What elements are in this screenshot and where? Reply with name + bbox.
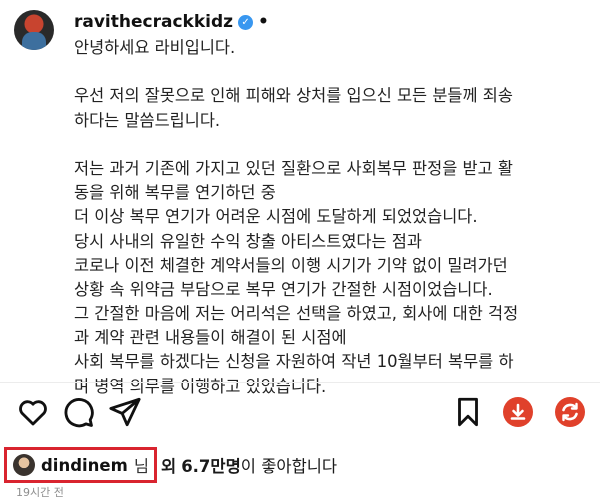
liker-suffix: 님: [133, 457, 149, 476]
caption-line: 더 이상 복무 연기가 어려운 시점에 도달하게 되었었습니다.: [74, 207, 478, 227]
author-avatar[interactable]: [14, 10, 54, 50]
caption-line: 동을 위해 복무를 연기하던 중: [74, 183, 276, 203]
post-timestamp: 19시간 전: [16, 486, 64, 499]
post-caption: 안녕하세요 라비입니다. 우선 저의 잘못으로 인해 피해와 상처를 입으신 모든…: [74, 36, 584, 399]
bookmark-icon[interactable]: [451, 395, 485, 429]
likes-summary: dindinem 님 외 6.7만명 이 좋아합니다: [4, 447, 337, 483]
comment-icon[interactable]: [61, 395, 95, 429]
refresh-icon[interactable]: [555, 397, 585, 427]
caption-line: 저는 과거 기존에 가지고 있던 질환으로 사회복무 판정을 받고 활: [74, 158, 513, 178]
caption-line: 안녕하세요 라비입니다.: [74, 38, 236, 57]
caption-line: 당시 사내의 유일한 수익 창출 아티스트였다는 점과: [74, 231, 422, 251]
caption-line: 그 간절한 마음에 저는 어리석은 선택을 하였고, 회사에 대한 걱정: [74, 304, 519, 324]
likes-connector: 외: [161, 457, 177, 476]
caption-line: 하다는 말씀드립니다.: [74, 110, 221, 130]
verified-badge-icon: ✓: [238, 14, 254, 30]
heart-icon[interactable]: [16, 395, 50, 429]
author-header: ravithecrackkidz ✓ •: [74, 12, 269, 32]
separator-dot: •: [258, 12, 269, 32]
liker-username[interactable]: dindinem: [41, 456, 128, 475]
liker-highlight: dindinem 님: [4, 447, 157, 483]
divider: [0, 382, 600, 383]
download-icon[interactable]: [503, 397, 533, 427]
action-bar: [0, 395, 600, 435]
author-username[interactable]: ravithecrackkidz: [74, 12, 233, 32]
likes-tail: 이 좋아합니다: [240, 457, 338, 476]
caption-line: 상황 속 위약금 부담으로 복무 연기가 간절한 시점이었습니다.: [74, 279, 493, 299]
likes-count[interactable]: 6.7만명: [181, 453, 241, 477]
caption-line: 코로나 이전 체결한 계약서들의 이행 시기가 기약 없이 밀려가던: [74, 255, 508, 275]
liker-avatar[interactable]: [13, 454, 35, 476]
caption-line: 사회 복무를 하겠다는 신청을 자원하여 작년 10월부터 복무를 하: [74, 352, 514, 372]
share-icon[interactable]: [108, 395, 142, 429]
caption-line: 과 계약 관련 내용들이 해결이 된 시점에: [74, 328, 347, 348]
caption-line: 우선 저의 잘못으로 인해 피해와 상처를 입으신 모든 분들께 죄송: [74, 86, 513, 106]
